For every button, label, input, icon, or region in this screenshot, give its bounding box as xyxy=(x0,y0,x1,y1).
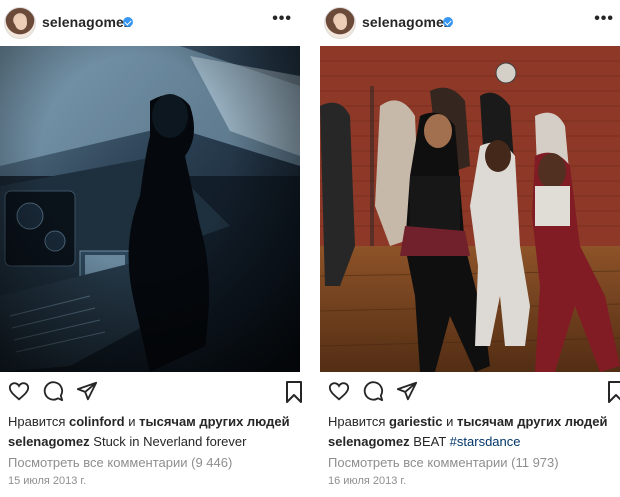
post-actions xyxy=(320,380,620,406)
more-options-icon[interactable]: ••• xyxy=(272,10,292,28)
view-comments-link[interactable]: Посмотреть все комментарии (9 446) xyxy=(8,455,232,470)
heart-outline-icon[interactable] xyxy=(328,380,350,402)
bookmark-icon[interactable] xyxy=(607,380,620,404)
caption-text: Stuck in Neverland forever xyxy=(93,434,247,449)
caption-text: BEAT xyxy=(413,434,447,449)
comment-bubble-icon[interactable] xyxy=(42,380,64,402)
caption-username-link[interactable]: selenagomez xyxy=(8,434,90,449)
post-header: selenagomez ••• xyxy=(0,0,300,46)
post-actions xyxy=(0,380,303,406)
post-photo[interactable] xyxy=(0,46,300,372)
view-comments-link[interactable]: Посмотреть все комментарии (11 973) xyxy=(328,455,559,470)
caption: selenagomez BEAT #starsdance xyxy=(328,434,521,449)
liker-username-link[interactable]: gariestic xyxy=(389,414,442,429)
paper-plane-icon[interactable] xyxy=(396,380,418,402)
post-card: selenagomez ••• xyxy=(320,0,620,497)
bookmark-icon[interactable] xyxy=(285,380,303,404)
post-date: 15 июля 2013 г. xyxy=(8,475,87,487)
verified-badge-icon xyxy=(123,17,133,27)
avatar[interactable] xyxy=(4,7,36,39)
hashtag-link[interactable]: #starsdance xyxy=(450,434,521,449)
likes-prefix: Нравится xyxy=(8,414,66,429)
verified-badge-icon xyxy=(443,17,453,27)
likes-others-link[interactable]: тысячам других людей xyxy=(457,414,607,429)
username-link[interactable]: selenagomez xyxy=(42,14,131,30)
likes-others-link[interactable]: тысячам других людей xyxy=(139,414,289,429)
avatar[interactable] xyxy=(324,7,356,39)
likes-and: и xyxy=(446,414,454,429)
username-link[interactable]: selenagomez xyxy=(362,14,451,30)
post-card: selenagomez ••• xyxy=(0,0,303,497)
comment-bubble-icon[interactable] xyxy=(362,380,384,402)
post-photo[interactable] xyxy=(320,46,620,372)
post-header: selenagomez ••• xyxy=(320,0,620,46)
liker-username-link[interactable]: colinford xyxy=(69,414,125,429)
more-options-icon[interactable]: ••• xyxy=(594,10,614,28)
likes-and: и xyxy=(128,414,136,429)
caption: selenagomez Stuck in Neverland forever xyxy=(8,434,246,449)
heart-outline-icon[interactable] xyxy=(8,380,30,402)
paper-plane-icon[interactable] xyxy=(76,380,98,402)
post-date: 16 июля 2013 г. xyxy=(328,475,407,487)
likes-prefix: Нравится xyxy=(328,414,386,429)
likes-line: Нравится gariestic и тысячам других люде… xyxy=(328,414,607,429)
caption-username-link[interactable]: selenagomez xyxy=(328,434,410,449)
likes-line: Нравится colinford и тысячам других люде… xyxy=(8,414,290,429)
